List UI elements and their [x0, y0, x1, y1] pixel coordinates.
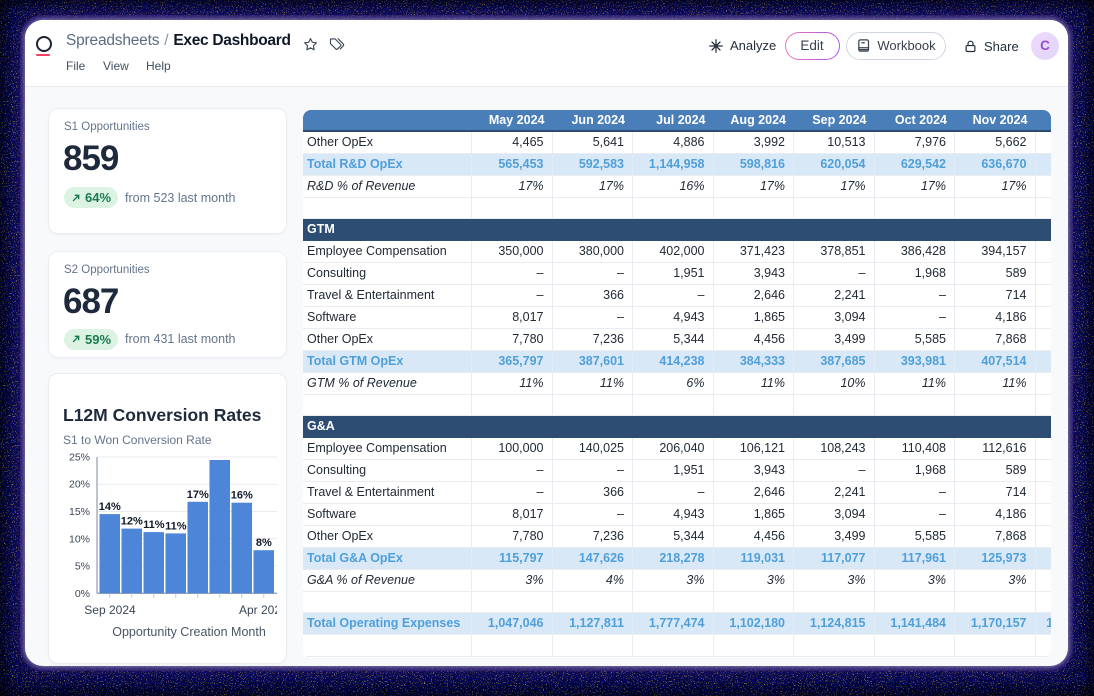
svg-text:11%: 11%	[143, 519, 165, 531]
svg-text:Sep 2024: Sep 2024	[84, 603, 136, 617]
svg-text:0%: 0%	[75, 588, 90, 600]
svg-text:5%: 5%	[75, 561, 90, 573]
svg-text:8%: 8%	[256, 537, 272, 549]
svg-text:12%: 12%	[121, 516, 143, 528]
svg-text:20%: 20%	[69, 479, 90, 491]
svg-text:16%: 16%	[231, 490, 253, 502]
svg-text:Apr 2025: Apr 2025	[239, 603, 277, 617]
svg-text:11%: 11%	[165, 520, 187, 532]
svg-text:14%: 14%	[99, 501, 121, 513]
svg-text:17%: 17%	[187, 489, 209, 501]
svg-text:10%: 10%	[69, 533, 90, 545]
svg-text:15%: 15%	[69, 506, 90, 518]
svg-text:25%: 25%	[69, 452, 90, 464]
svg-text:Opportunity Creation Month: Opportunity Creation Month	[112, 625, 266, 639]
